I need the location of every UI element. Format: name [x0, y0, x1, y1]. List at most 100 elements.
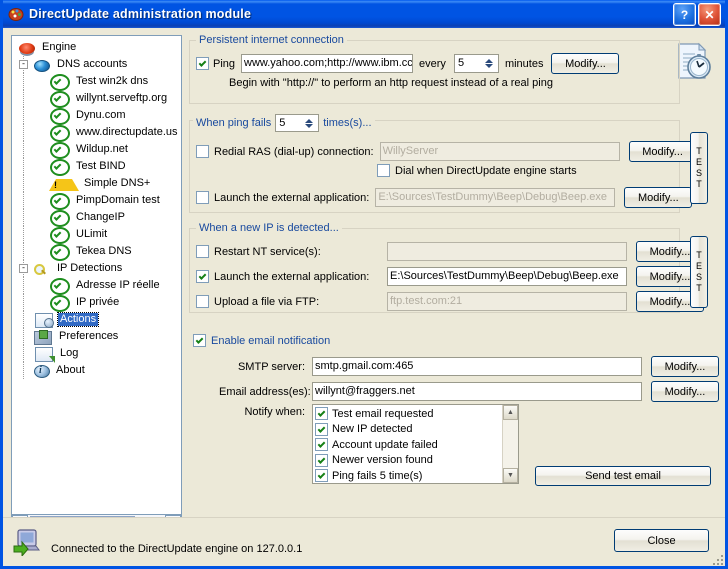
stepper-arrows[interactable] [302, 115, 318, 131]
tree-item-willynt-serveftp-org[interactable]: willynt.serveftp.org [15, 90, 181, 107]
check-icon [50, 108, 70, 125]
tree-item-dns-accounts[interactable]: -DNS accounts [15, 56, 181, 73]
newip-launch-app-input[interactable]: E:\Sources\TestDummy\Beep\Debug\Beep.exe [387, 267, 627, 286]
newip-launch-app-checkbox[interactable] [196, 270, 209, 283]
ftp-upload-input[interactable]: ftp.test.com:21 [387, 292, 627, 311]
persistent-connection-group: Persistent internet connection Ping www.… [189, 40, 680, 104]
ping-modify-button[interactable]: Modify... [551, 53, 619, 74]
tree-item-log[interactable]: Log [15, 345, 181, 362]
tree-item-wildup-net[interactable]: Wildup.net [15, 141, 181, 158]
tree-item-ulimit[interactable]: ULimit [15, 226, 181, 243]
ftp-upload-checkbox[interactable] [196, 295, 209, 308]
notify-item-checkbox[interactable] [315, 438, 328, 451]
email-address-modify-button[interactable]: Modify... [651, 381, 719, 402]
ping-interval-stepper[interactable]: 5 [454, 54, 499, 73]
fails-launch-app-modify-button[interactable]: Modify... [624, 187, 692, 208]
enable-email-checkbox[interactable] [193, 334, 206, 347]
tree-item-tekea-dns[interactable]: Tekea DNS [15, 243, 181, 260]
tree-item-dynu-com[interactable]: Dynu.com [15, 107, 181, 124]
tree-item-label: PimpDomain test [74, 194, 162, 207]
navigation-tree[interactable]: Engine-DNS accounts Test win2k dns willynt… [11, 35, 182, 515]
notify-when-list[interactable]: Test email requestedNew IP detectedAccou… [312, 404, 519, 484]
tree-item-engine[interactable]: Engine [15, 39, 181, 56]
check-icon [50, 227, 70, 244]
notify-item-checkbox[interactable] [315, 423, 328, 436]
magnifier-icon [34, 264, 50, 276]
send-test-email-button[interactable]: Send test email [535, 466, 711, 486]
fails-launch-app-checkbox[interactable] [196, 191, 209, 204]
ping-fails-count-stepper[interactable]: 5 [275, 114, 319, 132]
notify-list-item[interactable]: Ping fails 5 time(s) [313, 468, 518, 484]
notify-item-checkbox[interactable] [315, 407, 328, 420]
close-button[interactable]: Close [614, 529, 709, 552]
tree-item-ip-detections[interactable]: -IP Detections [15, 260, 181, 277]
chevron-up-icon[interactable] [305, 119, 313, 123]
check-icon [50, 278, 70, 295]
email-address-input[interactable]: willynt@fraggers.net [312, 382, 642, 401]
tree-connector-line [23, 158, 24, 175]
tree-item-simple-dns[interactable]: Simple DNS+ [15, 175, 181, 192]
chevron-down-icon[interactable]: ▼ [503, 468, 518, 483]
tree-expander-icon[interactable]: - [19, 264, 28, 273]
ping-hosts-input[interactable]: www.yahoo.com;http://www.ibm.cc [241, 54, 413, 73]
restart-service-checkbox[interactable] [196, 245, 209, 258]
tree-connector-line [23, 107, 24, 124]
new-ip-test-button[interactable]: T E S T [690, 236, 708, 308]
restart-service-input[interactable] [387, 242, 627, 261]
tree-connector-line [23, 141, 24, 158]
chevron-up-icon[interactable]: ▲ [503, 405, 518, 420]
ftp-upload-row: Upload a file via FTP: ftp.test.com:21 M… [196, 291, 704, 312]
redial-ras-input[interactable]: WillyServer [380, 142, 620, 161]
ping-hint: Begin with "http://" to perform an http … [229, 77, 553, 89]
resize-grip[interactable] [711, 553, 723, 565]
tree-expander-icon[interactable]: - [19, 60, 28, 69]
check-icon [50, 74, 70, 91]
log-icon [35, 347, 53, 362]
notify-list-item[interactable]: Test email requested [313, 406, 518, 422]
ping-checkbox[interactable] [196, 57, 209, 70]
tree-connector-line [23, 345, 24, 362]
fails-launch-app-input[interactable]: E:\Sources\TestDummy\Beep\Debug\Beep.exe [375, 188, 615, 207]
notify-list-scrollbar[interactable]: ▲ ▼ [502, 405, 518, 483]
tree-item-adresse-ip-r-elle[interactable]: Adresse IP réelle [15, 277, 181, 294]
notify-list-item[interactable]: Account update failed [313, 437, 518, 453]
tree-item-preferences[interactable]: Preferences [15, 328, 181, 345]
dial-on-start-checkbox[interactable] [377, 164, 390, 177]
tree-item-changeip[interactable]: ChangeIP [15, 209, 181, 226]
tree-item-actions[interactable]: Actions [15, 311, 181, 328]
smtp-server-input[interactable]: smtp.gmail.com:465 [312, 357, 642, 376]
notify-item-checkbox[interactable] [315, 469, 328, 482]
status-bar: Connected to the DirectUpdate engine on … [3, 517, 725, 566]
notify-list-item[interactable]: New IP detected [313, 422, 518, 438]
redial-ras-modify-button[interactable]: Modify... [629, 141, 697, 162]
tree-item-pimpdomain-test[interactable]: PimpDomain test [15, 192, 181, 209]
chevron-down-icon[interactable] [305, 124, 313, 128]
tree-item-ip-priv-e[interactable]: IP privée [15, 294, 181, 311]
smtp-modify-button[interactable]: Modify... [651, 356, 719, 377]
test-letter: T [696, 146, 702, 157]
stepper-arrows[interactable] [482, 55, 498, 72]
notify-list-item[interactable]: Newer version found [313, 453, 518, 469]
tree-item-about[interactable]: About [15, 362, 181, 379]
test-letter: E [696, 261, 702, 272]
tree-item-label: Test win2k dns [74, 75, 150, 88]
tree-item-test-bind[interactable]: Test BIND [15, 158, 181, 175]
dial-on-start-label: Dial when DirectUpdate engine starts [395, 165, 577, 177]
chevron-up-icon[interactable] [485, 59, 493, 63]
notify-when-label-wrap: Notify when: [219, 406, 312, 418]
tree-item-test-win2k-dns[interactable]: Test win2k dns [15, 73, 181, 90]
help-button[interactable]: ? [673, 3, 696, 26]
ping-label: Ping [213, 58, 235, 70]
tree-item-label: IP privée [74, 296, 121, 309]
chevron-down-icon[interactable] [485, 64, 493, 68]
close-window-button[interactable]: ✕ [698, 3, 721, 26]
redial-ras-checkbox[interactable] [196, 145, 209, 158]
check-icon [50, 159, 70, 176]
ping-fails-test-button[interactable]: T E S T [690, 132, 708, 204]
tree-item-www-directupdate-us[interactable]: www.directupdate.us [15, 124, 181, 141]
notify-item-checkbox[interactable] [315, 454, 328, 467]
tree-item-label: Tekea DNS [74, 245, 134, 258]
restart-service-label: Restart NT service(s): [214, 246, 381, 258]
tree-item-label: Preferences [57, 330, 120, 343]
prefs-icon [34, 331, 52, 345]
